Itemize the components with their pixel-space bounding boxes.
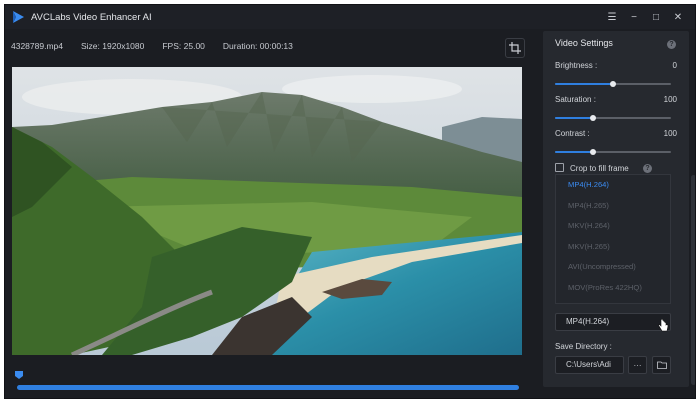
open-folder-button[interactable]: [652, 356, 671, 374]
crop-help-icon[interactable]: ?: [643, 164, 652, 173]
crop-checkbox[interactable]: [555, 163, 564, 172]
video-filename: 4328789.mp4: [11, 41, 63, 51]
format-option[interactable]: MKV(H.265): [556, 237, 670, 258]
slider-fill: [555, 151, 594, 153]
menu-icon[interactable]: ☰: [603, 8, 621, 26]
video-duration: Duration: 00:00:13: [223, 41, 293, 51]
contrast-slider[interactable]: [555, 149, 671, 155]
slider-fill: [555, 117, 594, 119]
slider-fill: [555, 83, 613, 85]
video-fps: FPS: 25.00: [162, 41, 205, 51]
progress-bar[interactable]: [17, 385, 519, 390]
app-window: AVCLabs Video Enhancer AI ☰ − □ ✕ 432878…: [4, 4, 696, 399]
fps-label: FPS:: [162, 41, 182, 51]
format-select[interactable]: MP4(H.264): [555, 313, 671, 331]
minimize-icon[interactable]: −: [625, 8, 643, 26]
fps-value: 25.00: [183, 41, 205, 51]
app-logo-icon: [13, 11, 24, 23]
video-preview[interactable]: [12, 67, 522, 355]
crop-button[interactable]: [505, 38, 525, 58]
folder-icon: [656, 361, 667, 369]
format-option[interactable]: MKV(H.264): [556, 216, 670, 237]
window-controls: ☰ − □ ✕: [603, 5, 687, 29]
title-bar: AVCLabs Video Enhancer AI ☰ − □ ✕: [5, 5, 695, 29]
video-size: Size: 1920x1080: [81, 41, 144, 51]
format-option[interactable]: MOV(ProRes 422HQ): [556, 278, 670, 299]
progress-fill: [17, 385, 519, 390]
crop-to-fill-label: Crop to fill frame: [570, 164, 629, 173]
format-option[interactable]: MP4(H.264): [556, 175, 670, 196]
format-dropdown-list: MP4(H.264) MP4(H.265) MKV(H.264) MKV(H.2…: [555, 174, 671, 304]
brightness-slider[interactable]: [555, 81, 671, 87]
size-label: Size:: [81, 41, 100, 51]
saturation-slider[interactable]: [555, 115, 671, 121]
contrast-label: Contrast :: [555, 129, 590, 138]
saturation-value: 100: [663, 95, 677, 104]
contrast-value: 100: [663, 129, 677, 138]
format-option[interactable]: MP4(H.265): [556, 196, 670, 217]
slider-thumb[interactable]: [590, 115, 597, 121]
video-info-bar: 4328789.mp4 Size: 1920x1080 FPS: 25.00 D…: [5, 33, 535, 59]
browse-button[interactable]: ···: [628, 356, 647, 374]
slider-thumb[interactable]: [610, 81, 616, 87]
save-directory-input[interactable]: C:\Users\Adi: [555, 356, 624, 374]
slider-thumb[interactable]: [590, 149, 597, 155]
app-title: AVCLabs Video Enhancer AI: [31, 11, 152, 23]
close-icon[interactable]: ✕: [669, 8, 687, 26]
video-frame-image: [12, 67, 522, 355]
mouse-pointer-icon: [658, 319, 669, 332]
panel-title: Video Settings: [555, 38, 613, 48]
brightness-value: 0: [672, 61, 677, 70]
help-icon[interactable]: ?: [667, 40, 676, 49]
saturation-label: Saturation :: [555, 95, 596, 104]
duration-label: Duration:: [222, 41, 258, 51]
playhead-marker-icon[interactable]: [15, 371, 23, 379]
brightness-label: Brightness :: [555, 61, 598, 70]
save-directory-label: Save Directory :: [555, 342, 612, 351]
maximize-icon[interactable]: □: [647, 8, 665, 26]
size-value: 1920x1080: [102, 41, 145, 51]
duration-value: 00:00:13: [259, 41, 293, 51]
video-settings-panel: Video Settings ? Brightness : 0 Saturati…: [543, 31, 689, 387]
format-option[interactable]: AVI(Uncompressed): [556, 257, 670, 278]
crop-icon: [509, 42, 521, 54]
panel-scrollbar[interactable]: [691, 175, 695, 385]
